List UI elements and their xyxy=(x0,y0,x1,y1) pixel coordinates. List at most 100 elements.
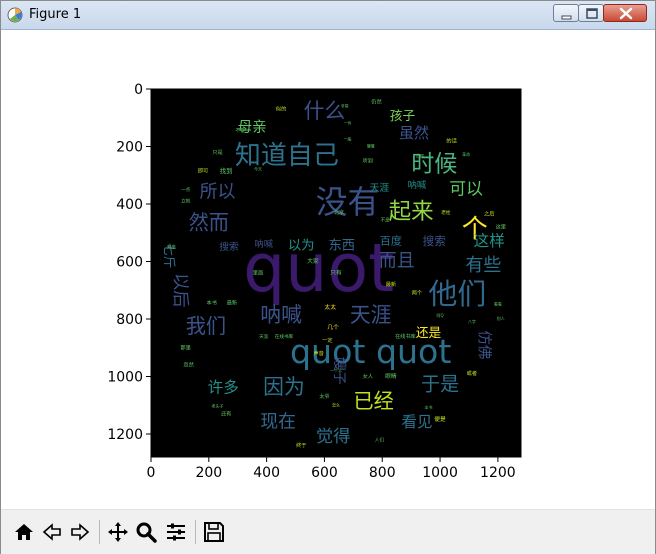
wordcloud-word: 即可 xyxy=(198,167,208,174)
y-tick-label: 600 xyxy=(116,255,143,271)
maximize-icon xyxy=(586,8,598,19)
wordcloud-word: 他们 xyxy=(429,277,487,311)
zoom-icon xyxy=(136,522,157,543)
wordcloud-word: 或者 xyxy=(467,369,477,377)
y-tick-label: 400 xyxy=(116,197,143,213)
wordcloud-word: 女人 xyxy=(363,372,373,380)
wordcloud-word: 百度 xyxy=(380,233,402,247)
wordcloud-word: 未庄 xyxy=(167,244,177,251)
y-axis: 0 200 400 600 800 1000 1200 xyxy=(107,82,151,443)
wordcloud-word: 天涯 xyxy=(370,181,390,194)
wordcloud-word: 慢慢 xyxy=(367,143,375,149)
wordcloud-word: 老栓 xyxy=(441,209,451,216)
maximize-button[interactable] xyxy=(578,4,604,22)
subplots-icon xyxy=(167,523,185,541)
wordcloud-word: 一般 xyxy=(344,135,352,141)
title-bar[interactable]: Figure 1 xyxy=(1,1,655,30)
wordcloud-word: 本书 xyxy=(207,299,217,307)
pan-button[interactable] xyxy=(105,518,131,546)
back-arrow-icon xyxy=(42,523,61,541)
wordcloud-word: 所以 xyxy=(200,182,236,203)
wordcloud-word: 不是 xyxy=(381,217,391,223)
figure-canvas[interactable]: quot 没有 知道自己 quot quot 他们 时候 什么 起来个所以 然而 可以 而且 有些 这样… xyxy=(1,30,655,508)
wordcloud-word: 找到 xyxy=(220,166,233,175)
back-button[interactable] xyxy=(39,518,65,546)
y-tick-label: 0 xyxy=(134,82,143,98)
window-title: Figure 1 xyxy=(29,7,82,22)
wordcloud-word: 一件 xyxy=(344,120,352,126)
wordcloud-word: 只是 xyxy=(212,149,222,156)
wordcloud-word: 已经 xyxy=(353,389,393,413)
wordcloud-word: 非常 xyxy=(341,102,349,108)
wordcloud-word: 还是 xyxy=(416,325,442,340)
forward-button[interactable] xyxy=(67,518,93,546)
wordcloud-word: 阿Q xyxy=(436,312,443,318)
wordcloud-word: 似的 xyxy=(276,105,286,113)
wordcloud-word: 北京 xyxy=(334,208,344,216)
minimize-button[interactable] xyxy=(553,4,579,22)
wordcloud-word: 眼睛 xyxy=(385,372,397,380)
wordcloud-word: 之后 xyxy=(484,210,494,218)
wordcloud-word: 虽然 xyxy=(399,124,429,142)
x-tick-label: 600 xyxy=(311,465,338,481)
wordcloud-word: 太太 xyxy=(324,303,336,311)
wordcloud-word: 听到 xyxy=(363,156,373,164)
x-tick-label: 1000 xyxy=(422,465,458,481)
wordcloud-word: 知道自己 xyxy=(235,141,339,171)
subplots-button[interactable] xyxy=(163,518,189,546)
toolbar-separator xyxy=(195,520,196,544)
wordcloud-word: 我们 xyxy=(186,314,226,338)
close-icon xyxy=(619,7,633,20)
forward-arrow-icon xyxy=(71,523,90,541)
wordcloud-word: 东西 xyxy=(328,238,355,254)
wordcloud-word: 两个 xyxy=(412,290,423,297)
y-tick-label: 1000 xyxy=(107,370,143,386)
zoom-button[interactable] xyxy=(133,518,159,546)
wordcloud-word: 觉得 xyxy=(316,427,351,447)
wordcloud-word: 还有 xyxy=(221,409,231,417)
x-tick-label: 400 xyxy=(253,465,280,481)
wordcloud-word: 在线书库 xyxy=(395,332,416,340)
wordcloud-word: 可以 xyxy=(449,179,483,199)
x-tick-label: 800 xyxy=(369,465,396,481)
wordcloud-word: 许多 xyxy=(208,379,239,397)
x-tick-label: 0 xyxy=(147,465,156,481)
toolbar-separator xyxy=(99,520,100,544)
y-tick-label: 1200 xyxy=(107,427,143,443)
wordcloud-word: 然而 xyxy=(189,211,229,235)
wordcloud-word: 那里 xyxy=(180,343,190,351)
wordcloud-word: 在线书库 xyxy=(275,333,294,340)
wordcloud-word: 不能 xyxy=(235,126,245,134)
wordcloud-word: 今天 xyxy=(254,166,262,172)
wordcloud-word: 怎么 xyxy=(332,401,340,407)
x-axis: 0 200 400 600 800 1000 1200 xyxy=(147,457,516,481)
wordcloud-word: 终于 xyxy=(296,441,306,449)
y-tick-label: 800 xyxy=(116,312,143,328)
wordcloud-word: 便是 xyxy=(434,415,446,423)
wordcloud-word: 最新 xyxy=(227,299,237,307)
wordcloud-word: 人们 xyxy=(375,436,385,443)
figure-window: Figure 1 quot 没有 知道自己 quot quot 他们 时候 什么起 xyxy=(0,0,656,554)
wordcloud-word: 的话 xyxy=(446,136,456,144)
wordcloud-word: 只有 xyxy=(330,269,342,277)
home-button[interactable] xyxy=(11,518,37,546)
wordcloud-word: 一个人 xyxy=(330,368,342,373)
wordcloud-word: 看见 xyxy=(401,413,432,431)
wordcloud-word: 搜索 xyxy=(423,234,446,248)
wordcloud-word: 以后 xyxy=(170,273,190,308)
close-button[interactable] xyxy=(603,4,647,22)
y-tick-label: 200 xyxy=(116,140,143,156)
save-button[interactable] xyxy=(201,518,227,546)
wordcloud-word: 太爷 xyxy=(319,392,329,400)
wordcloud-word: 声音 xyxy=(313,349,323,357)
wordcloud-plot: quot没有知道自己quot quot他们时候什么起来个所以然而可以而且 有些这样… xyxy=(107,82,522,481)
wordcloud-word: 本书 xyxy=(425,404,433,410)
wordcloud-word: 一定 xyxy=(322,336,332,344)
wordcloud-word: 有些 xyxy=(466,255,502,276)
home-icon xyxy=(15,524,33,540)
wordcloud-word: 仍然 xyxy=(371,97,381,105)
wordcloud-word: 几个 xyxy=(327,324,339,331)
wordcloud-word: 忽然 xyxy=(183,361,193,369)
wordcloud-word: 天涯 xyxy=(350,303,392,327)
wordcloud-word: 呐喊 xyxy=(260,303,302,327)
